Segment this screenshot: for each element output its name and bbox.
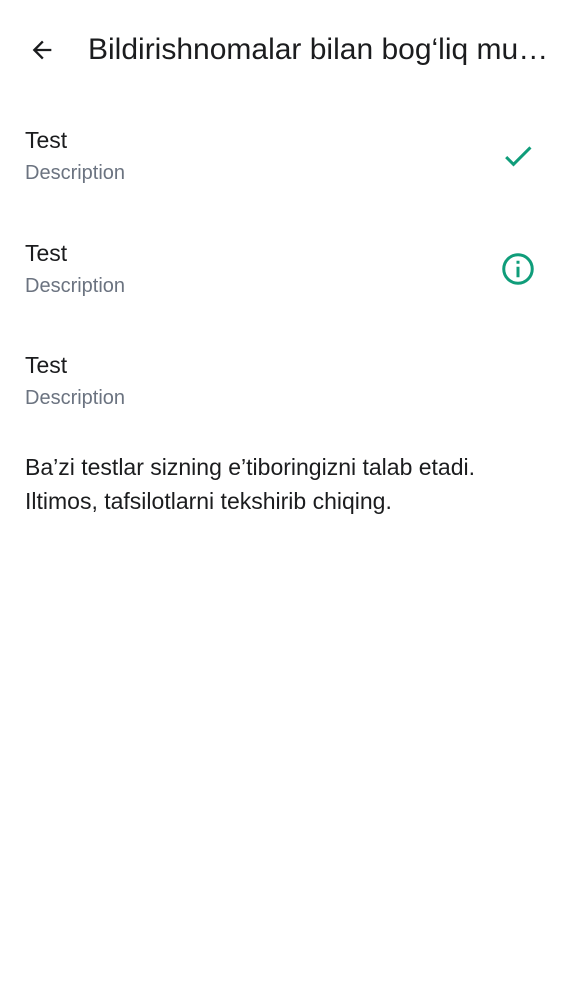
status-indicator xyxy=(500,251,536,287)
test-description: Description xyxy=(25,387,126,409)
info-circle-icon xyxy=(502,252,534,285)
test-description: Description xyxy=(25,162,126,184)
page-title: Bildirishnomalar bilan bog‘liq muammolar xyxy=(88,33,550,66)
status-indicator xyxy=(500,138,536,174)
check-icon xyxy=(505,146,532,167)
attention-message: Ba’zi testlar sizning e’tiboringizni tal… xyxy=(25,454,476,514)
test-description: Description xyxy=(25,274,126,297)
arrow-left-icon xyxy=(32,40,52,60)
test-title: Test xyxy=(25,352,68,378)
test-item[interactable]: Test Description xyxy=(0,225,562,338)
test-list: Test Description Test Description Test D… xyxy=(0,112,562,450)
test-item[interactable]: Test Description xyxy=(0,112,562,225)
test-item[interactable]: Test Description xyxy=(0,337,562,450)
app-bar: Bildirishnomalar bilan bog‘liq muammolar xyxy=(0,0,562,100)
back-button[interactable] xyxy=(20,28,64,72)
test-title: Test xyxy=(25,127,68,153)
test-title: Test xyxy=(25,239,68,266)
